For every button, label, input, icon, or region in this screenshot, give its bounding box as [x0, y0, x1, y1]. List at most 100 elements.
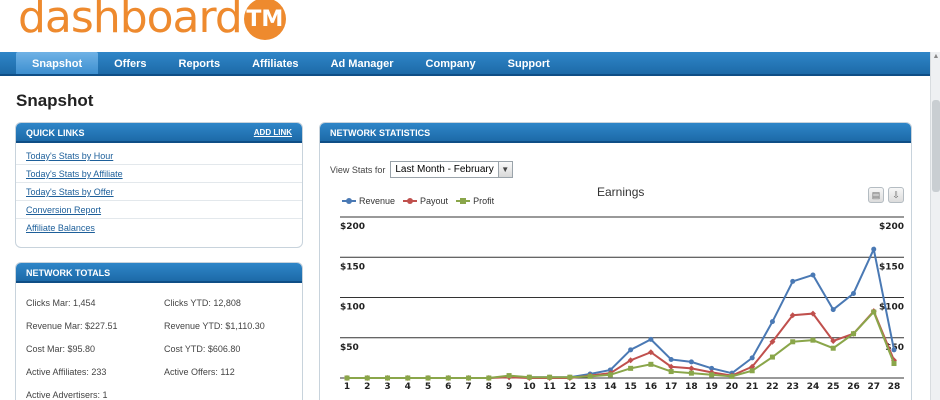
vertical-scrollbar[interactable]: ▲ — [930, 52, 940, 400]
series-line-profit — [347, 310, 895, 379]
point-profit — [709, 372, 715, 378]
x-tick-label: 4 — [405, 382, 411, 392]
chevron-down-icon[interactable]: ▼ — [497, 162, 512, 177]
point-revenue — [830, 307, 836, 313]
point-profit — [729, 373, 735, 379]
y-tick-label-right: $100 — [879, 303, 904, 313]
point-profit — [810, 337, 816, 343]
y-tick-label-left: $150 — [340, 262, 365, 272]
view-stats-label: View Stats for — [330, 164, 386, 175]
point-profit — [830, 345, 836, 351]
cost-ytd: Cost YTD: $606.80 — [164, 343, 241, 354]
x-tick-label: 23 — [786, 382, 799, 392]
point-revenue — [668, 356, 674, 362]
network-totals-header: NETWORK TOTALS — [16, 263, 302, 283]
x-tick-label: 27 — [867, 382, 880, 392]
earnings-chart: $50$50$100$100$150$150$200$2001234567891… — [340, 216, 904, 392]
point-profit — [364, 375, 370, 381]
point-profit — [344, 375, 350, 381]
add-link-button[interactable]: ADD LINK — [254, 123, 292, 141]
point-revenue — [871, 246, 877, 252]
x-tick-label: 28 — [888, 382, 901, 392]
point-revenue — [769, 319, 775, 325]
nav-company[interactable]: Company — [410, 52, 492, 74]
x-tick-label: 8 — [486, 382, 492, 392]
nav-offers[interactable]: Offers — [98, 52, 162, 74]
nav-ad-manager[interactable]: Ad Manager — [315, 52, 410, 74]
series-line-payout — [347, 309, 895, 379]
x-tick-label: 6 — [445, 382, 451, 392]
x-tick-label: 9 — [506, 382, 512, 392]
y-tick-label-right: $150 — [879, 262, 904, 272]
nav-support[interactable]: Support — [492, 52, 566, 74]
period-select-value[interactable]: Last Month - February — [391, 162, 497, 177]
point-profit — [526, 374, 532, 380]
active-offers: Active Offers: 112 — [164, 366, 235, 377]
nav-reports[interactable]: Reports — [163, 52, 237, 74]
link-stats-by-hour[interactable]: Today's Stats by Hour — [26, 151, 113, 161]
clicks-ytd: Clicks YTD: 12,808 — [164, 297, 241, 308]
active-affiliates: Active Affiliates: 233 — [26, 366, 107, 377]
dashboard-logo: dashboard TM — [18, 0, 286, 44]
x-tick-label: 14 — [604, 382, 617, 392]
clicks-mar: Clicks Mar: 1,454 — [26, 297, 96, 308]
link-affiliate-balances[interactable]: Affiliate Balances — [26, 223, 95, 233]
y-tick-label-right: $200 — [879, 222, 904, 232]
x-tick-label: 11 — [543, 382, 556, 392]
period-selector-row: View Stats for Last Month - February ▼ — [330, 161, 513, 178]
page-title: Snapshot — [16, 91, 94, 110]
link-stats-by-affiliate[interactable]: Today's Stats by Affiliate — [26, 169, 123, 179]
point-payout — [688, 365, 695, 372]
x-tick-label: 3 — [384, 382, 390, 392]
list-item: Affiliate Balances — [16, 219, 302, 237]
point-profit — [587, 373, 593, 379]
point-profit — [607, 372, 613, 378]
point-profit — [769, 354, 775, 360]
nav-snapshot[interactable]: Snapshot — [16, 52, 99, 74]
quick-links-list: Today's Stats by Hour Today's Stats by A… — [16, 147, 302, 237]
quick-links-header: QUICK LINKS ADD LINK — [16, 123, 302, 143]
y-tick-label-left: $200 — [340, 222, 365, 232]
point-profit — [486, 375, 492, 381]
scroll-thumb[interactable] — [932, 100, 940, 192]
list-item: Conversion Report — [16, 201, 302, 219]
x-tick-label: 13 — [584, 382, 597, 392]
y-tick-label-left: $100 — [340, 303, 365, 313]
active-advertisers: Active Advertisers: 1 — [26, 389, 108, 400]
point-profit — [547, 374, 553, 380]
x-tick-label: 10 — [523, 382, 536, 392]
period-select[interactable]: Last Month - February ▼ — [390, 161, 513, 178]
network-statistics-panel: NETWORK STATISTICS View Stats for Last M… — [319, 122, 912, 400]
x-tick-label: 24 — [807, 382, 820, 392]
x-tick-label: 22 — [766, 382, 779, 392]
chart-title: Earnings — [597, 185, 645, 199]
point-revenue — [648, 336, 654, 342]
logo-text: dashboard — [18, 0, 243, 43]
download-icon[interactable]: ⇩ — [888, 187, 904, 203]
point-profit — [567, 374, 573, 380]
point-profit — [668, 369, 674, 375]
quick-links-title: QUICK LINKS — [26, 128, 85, 138]
x-tick-label: 12 — [564, 382, 577, 392]
link-stats-by-offer[interactable]: Today's Stats by Offer — [26, 187, 114, 197]
x-tick-label: 2 — [364, 382, 370, 392]
x-tick-label: 16 — [645, 382, 658, 392]
scroll-up-arrow-icon[interactable]: ▲ — [931, 52, 940, 62]
point-revenue — [850, 290, 856, 296]
x-tick-label: 25 — [827, 382, 840, 392]
nav-affiliates[interactable]: Affiliates — [236, 52, 314, 74]
point-profit — [506, 373, 512, 379]
point-revenue — [810, 272, 816, 278]
print-icon[interactable]: ▤ — [868, 187, 884, 203]
point-profit — [790, 339, 796, 345]
x-tick-label: 20 — [726, 382, 739, 392]
list-item: Today's Stats by Hour — [16, 147, 302, 165]
main-nav: Snapshot Offers Reports Affiliates Ad Ma… — [0, 52, 930, 76]
cost-mar: Cost Mar: $95.80 — [26, 343, 96, 354]
point-revenue — [688, 359, 694, 365]
network-totals-panel: NETWORK TOTALS Clicks Mar: 1,454 Clicks … — [15, 262, 303, 400]
quick-links-panel: QUICK LINKS ADD LINK Today's Stats by Ho… — [15, 122, 303, 248]
list-item: Today's Stats by Offer — [16, 183, 302, 201]
link-conversion-report[interactable]: Conversion Report — [26, 205, 101, 215]
point-profit — [749, 368, 755, 374]
